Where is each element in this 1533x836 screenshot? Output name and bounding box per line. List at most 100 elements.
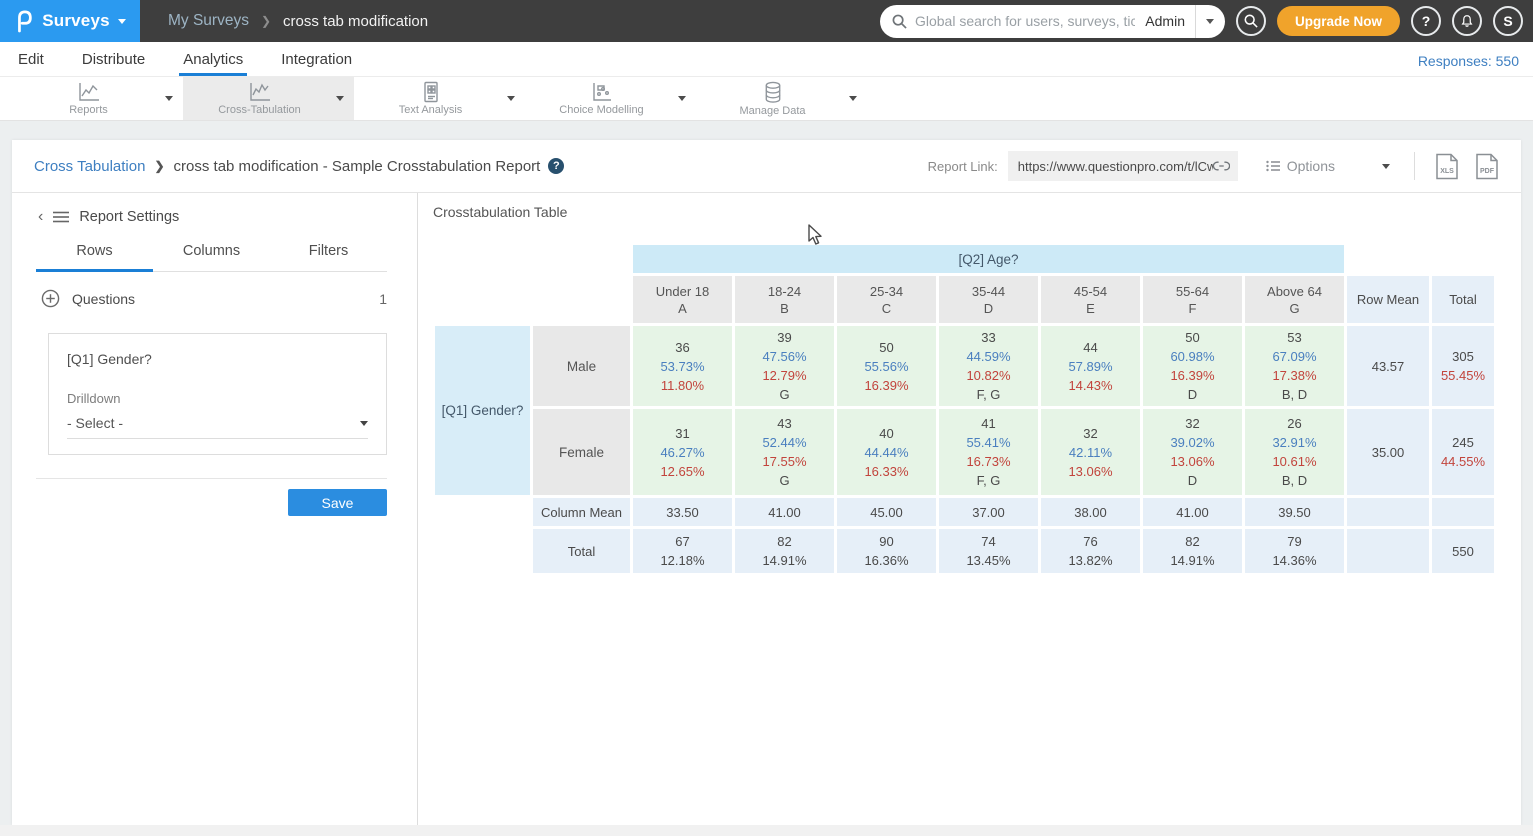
report-link-input[interactable] <box>1018 159 1213 174</box>
row-label: Female <box>533 409 630 495</box>
options-caret-icon <box>1382 164 1390 169</box>
breadcrumb-current: cross tab modification <box>283 13 428 30</box>
export-pdf-icon[interactable]: PDF <box>1475 153 1499 180</box>
choice-modelling-dropdown-caret[interactable] <box>678 96 686 101</box>
report-link-box <box>1008 151 1238 181</box>
tool-text-analysis[interactable]: Text Analysis <box>354 77 525 120</box>
column-header: Under 18A <box>633 276 732 323</box>
drilldown-select[interactable]: - Select - <box>67 415 368 439</box>
options-label: Options <box>1287 158 1335 174</box>
data-cell: 3653.73%11.80% <box>633 326 732 406</box>
tab-columns[interactable]: Columns <box>153 243 270 272</box>
total-cell: 7914.36% <box>1245 529 1344 573</box>
nav-integration[interactable]: Integration <box>277 45 356 76</box>
reports-dropdown-caret[interactable] <box>165 96 173 101</box>
data-cell: 4457.89%14.43% <box>1041 326 1140 406</box>
topbar-actions: Admin Upgrade Now ? S <box>880 5 1533 38</box>
settings-list-icon <box>53 211 69 223</box>
bell-icon <box>1460 14 1474 28</box>
data-cell: 3146.27%12.65% <box>633 409 732 495</box>
spacer-cell <box>1432 245 1494 273</box>
collapse-panel-icon[interactable]: ‹ <box>38 208 43 226</box>
column-header: Above 64G <box>1245 276 1344 323</box>
search-submit-button[interactable] <box>1236 6 1266 36</box>
panel-divider <box>36 478 387 479</box>
search-scope-dropdown[interactable] <box>1195 5 1225 38</box>
top-breadcrumb: My Surveys ❯ cross tab modification <box>168 12 428 30</box>
data-cell: 3947.56%12.79%G <box>735 326 834 406</box>
tab-filters[interactable]: Filters <box>270 243 387 272</box>
report-settings-panel: ‹ Report Settings Rows Columns Filters Q… <box>12 193 418 825</box>
column-mean-empty <box>1432 498 1494 526</box>
breadcrumb-separator: ❯ <box>261 14 271 28</box>
report-title: cross tab modification - Sample Crosstab… <box>174 158 541 175</box>
manage-data-icon <box>761 81 785 104</box>
report-help-icon[interactable]: ? <box>548 158 564 174</box>
data-cell: 5060.98%16.39%D <box>1143 326 1242 406</box>
spacer-cell <box>435 276 630 323</box>
add-question-icon[interactable] <box>41 289 60 308</box>
total-cell: 8214.91% <box>1143 529 1242 573</box>
drilldown-value: - Select - <box>67 415 123 431</box>
page-bottom-strip <box>0 825 1533 836</box>
spacer-cell <box>435 498 530 526</box>
report-settings-title: Report Settings <box>79 209 179 225</box>
text-analysis-dropdown-caret[interactable] <box>507 96 515 101</box>
search-icon <box>892 14 907 29</box>
crosstab-title: Crosstabulation Table <box>433 204 567 220</box>
nav-edit[interactable]: Edit <box>14 45 48 76</box>
settings-tabs: Rows Columns Filters <box>36 243 387 272</box>
total-cell: 6712.18% <box>633 529 732 573</box>
manage-data-dropdown-caret[interactable] <box>849 96 857 101</box>
notifications-button[interactable] <box>1452 6 1482 36</box>
export-xls-icon[interactable]: XLS <box>1435 153 1459 180</box>
nav-analytics[interactable]: Analytics <box>179 45 247 76</box>
tool-reports[interactable]: Reports <box>12 77 183 120</box>
cross-tabulation-dropdown-caret[interactable] <box>336 96 344 101</box>
tool-choice-modelling[interactable]: Choice Modelling <box>525 77 696 120</box>
brand-name: Surveys <box>42 11 110 31</box>
save-button[interactable]: Save <box>288 489 387 516</box>
tool-cross-tabulation[interactable]: Cross-Tabulation <box>183 77 354 120</box>
report-actions: Report Link: Options XLS <box>928 151 1499 181</box>
total-empty <box>1347 529 1429 573</box>
column-mean-cell: 41.00 <box>1143 498 1242 526</box>
top-bar: Surveys My Surveys ❯ cross tab modificat… <box>0 0 1533 42</box>
row-total-cell: 24544.55% <box>1432 409 1494 495</box>
app-logo[interactable]: Surveys <box>0 0 140 42</box>
nav-distribute[interactable]: Distribute <box>78 45 149 76</box>
column-header: 25-34C <box>837 276 936 323</box>
tab-rows[interactable]: Rows <box>36 243 153 272</box>
questionpro-logo-icon <box>14 9 34 33</box>
breadcrumb-parent[interactable]: My Surveys <box>168 12 249 30</box>
tool-manage-data[interactable]: Manage Data <box>696 77 867 120</box>
cross-tabulation-icon <box>248 81 272 103</box>
avatar[interactable]: S <box>1493 6 1523 36</box>
row-mean-cell: 43.57 <box>1347 326 1429 406</box>
data-cell: 4352.44%17.55%G <box>735 409 834 495</box>
row-label: Male <box>533 326 630 406</box>
questions-label: Questions <box>72 291 135 307</box>
responses-count: Responses: 550 <box>1418 53 1519 76</box>
divider <box>1414 152 1415 180</box>
cross-tabulation-link[interactable]: Cross Tabulation <box>34 158 145 175</box>
help-button[interactable]: ? <box>1411 6 1441 36</box>
total-row-label: Total <box>533 529 630 573</box>
options-list-icon <box>1266 160 1280 172</box>
question-title: [Q1] Gender? <box>67 351 368 367</box>
search-input[interactable] <box>915 13 1135 29</box>
survey-nav: Edit Distribute Analytics Integration Re… <box>0 42 1533 76</box>
total-cell: 7413.45% <box>939 529 1038 573</box>
data-cell: 3344.59%10.82%F, G <box>939 326 1038 406</box>
svg-text:PDF: PDF <box>1480 168 1495 175</box>
upgrade-now-button[interactable]: Upgrade Now <box>1277 6 1400 36</box>
link-icon[interactable] <box>1213 160 1230 172</box>
options-dropdown[interactable]: Options <box>1266 158 1390 174</box>
total-cell: 9016.36% <box>837 529 936 573</box>
total-header: Total <box>1432 276 1494 323</box>
choice-modelling-icon <box>590 81 614 103</box>
column-header: 45-54E <box>1041 276 1140 323</box>
column-mean-cell: 45.00 <box>837 498 936 526</box>
column-header: 18-24B <box>735 276 834 323</box>
analytics-toolbar: Reports Cross-Tabulation Text Analysis <box>0 76 1533 121</box>
